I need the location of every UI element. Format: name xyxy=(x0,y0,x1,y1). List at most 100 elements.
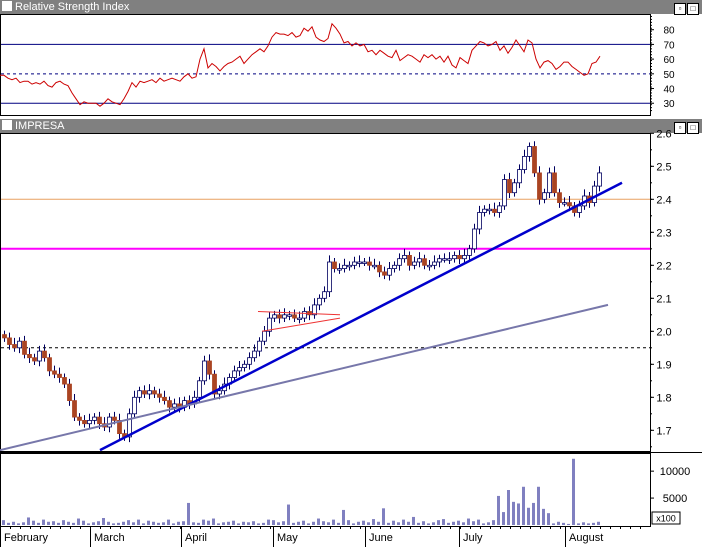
price-candle-body xyxy=(537,172,542,200)
price-ytick-label: 2.1 xyxy=(656,293,671,305)
volume-bar xyxy=(57,522,60,525)
price-candle-body xyxy=(397,258,402,266)
volume-bar xyxy=(567,523,570,525)
volume-bar xyxy=(82,520,85,525)
volume-bar xyxy=(112,523,115,525)
volume-bar xyxy=(102,518,105,525)
rsi-layer: 30 40 50 60 70 80 xyxy=(0,15,675,112)
volume-bar xyxy=(542,508,545,525)
volume-bar xyxy=(332,519,335,525)
price-candle-body xyxy=(422,258,427,266)
volume-bar xyxy=(72,522,75,525)
price-candle-body xyxy=(342,264,347,269)
volume-bar xyxy=(477,519,480,525)
volume-bar xyxy=(222,522,225,525)
volume-bar xyxy=(352,523,355,525)
volume-unit-label: x100 xyxy=(656,514,676,524)
price-ytick-label: 1.8 xyxy=(656,392,671,404)
price-candle-body xyxy=(22,340,27,355)
volume-bar xyxy=(457,520,460,525)
price-candle-body xyxy=(162,396,167,401)
volume-bar xyxy=(252,521,255,525)
price-candle-body xyxy=(87,419,92,425)
price-candle-body xyxy=(477,212,482,230)
price-ytick-label: 2.5 xyxy=(656,161,671,173)
price-candle-body xyxy=(487,208,492,212)
price-candle-body xyxy=(377,264,382,273)
price-ytick-label: 1.7 xyxy=(656,425,671,437)
volume-bar xyxy=(472,521,475,525)
price-candle-body xyxy=(407,254,412,266)
price-candle-body xyxy=(107,416,112,428)
price-candle-body xyxy=(387,268,392,276)
price-candle-body xyxy=(147,390,152,395)
volume-bar xyxy=(582,522,585,525)
volume-bar xyxy=(432,522,435,525)
price-candle-body xyxy=(457,254,462,260)
price-candle-body xyxy=(77,416,82,421)
price-candle-body xyxy=(552,172,557,194)
volume-bar xyxy=(92,522,95,525)
volume-bar xyxy=(212,518,215,525)
volume-bar xyxy=(7,522,10,525)
price-candle-body xyxy=(157,393,162,398)
volume-bar xyxy=(132,522,135,525)
volume-ytick-label: 10000 xyxy=(660,466,691,478)
rsi-ytick-label: 80 xyxy=(663,26,675,37)
volume-bar xyxy=(342,509,345,525)
volume-bar xyxy=(392,520,395,525)
rsi-ytick-label: 60 xyxy=(663,55,675,66)
volume-bar xyxy=(537,486,540,525)
rsi-ytick-label: 30 xyxy=(663,99,675,110)
volume-bar xyxy=(152,521,155,525)
volume-bar xyxy=(322,521,325,525)
volume-bar xyxy=(62,520,65,525)
price-candle-body xyxy=(547,172,552,194)
price-ytick-label: 2.2 xyxy=(656,260,671,272)
volume-plot-frame xyxy=(0,453,651,527)
x-axis-month-label: June xyxy=(369,532,393,544)
price-candle-body xyxy=(47,357,52,372)
volume-bar xyxy=(2,520,5,525)
volume-bar xyxy=(417,522,420,525)
price-candle-body xyxy=(272,314,277,319)
volume-bar xyxy=(577,523,580,525)
volume-bar xyxy=(302,520,305,525)
volume-bar xyxy=(362,520,365,525)
rsi-line xyxy=(0,22,601,107)
volume-bar xyxy=(347,520,350,525)
volume-bar xyxy=(242,521,245,525)
volume-bar xyxy=(497,495,500,525)
price-candle-body xyxy=(357,261,362,264)
price-candle-body xyxy=(302,311,307,319)
volume-bar xyxy=(87,523,90,525)
volume-bar xyxy=(207,520,210,525)
price-candle-body xyxy=(517,169,522,184)
volume-bar xyxy=(157,522,160,525)
volume-bar xyxy=(422,521,425,525)
volume-bar xyxy=(217,523,220,525)
volume-ytick-label: 5000 xyxy=(663,493,687,505)
volume-bar xyxy=(37,522,40,525)
price-candle-body xyxy=(402,254,407,260)
price-candle-body xyxy=(282,314,287,319)
volume-bar xyxy=(237,523,240,525)
price-candle-body xyxy=(137,390,142,398)
volume-bar xyxy=(597,521,600,525)
price-candle-body xyxy=(492,208,497,213)
x-axis-month-label: April xyxy=(185,532,207,544)
volume-bar xyxy=(487,522,490,525)
price-candle-body xyxy=(472,228,477,250)
volume-bar xyxy=(262,522,265,525)
price-candle-body xyxy=(352,261,357,266)
price-trendline-3 xyxy=(261,317,341,332)
price-candle-body xyxy=(462,254,467,260)
price-candle-body xyxy=(292,314,297,319)
volume-bar xyxy=(467,518,470,525)
volume-bar xyxy=(522,486,525,525)
volume-bar xyxy=(127,520,130,525)
price-candle-body xyxy=(417,258,422,263)
volume-bar xyxy=(402,519,405,525)
price-candle-body xyxy=(427,264,432,268)
volume-bar xyxy=(452,521,455,525)
